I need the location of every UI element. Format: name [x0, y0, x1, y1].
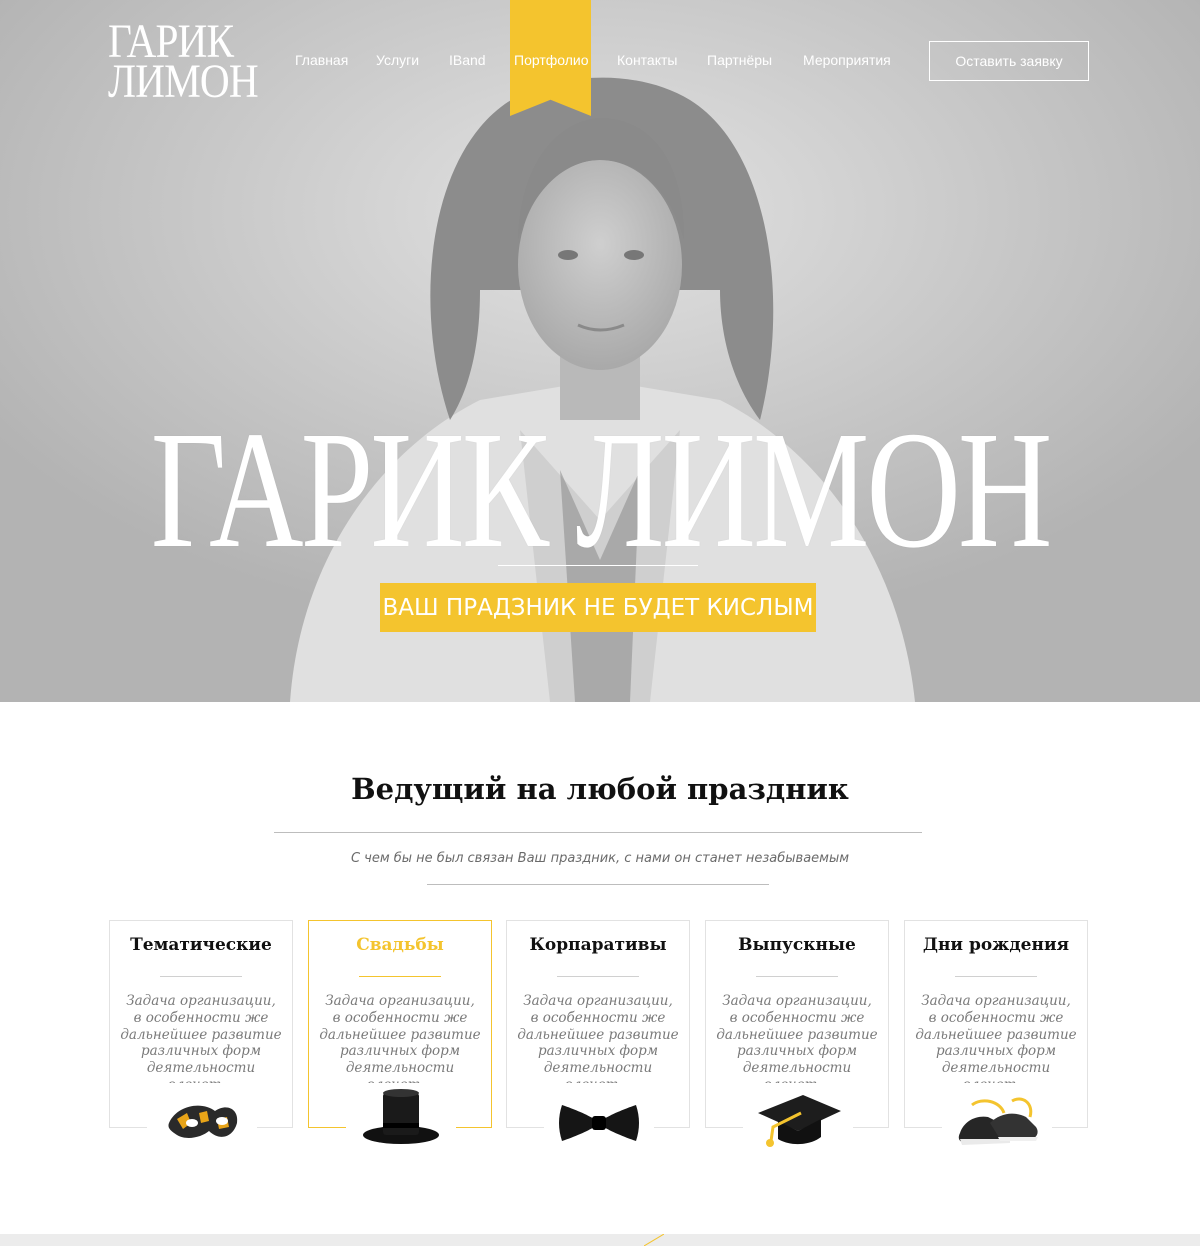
- card-description: Задача организации, в особенности же дал…: [911, 993, 1081, 1094]
- service-card-graduation[interactable]: Выпускные Задача организации, в особенно…: [705, 920, 889, 1163]
- nav-item-portfolio[interactable]: Портфолио: [514, 52, 589, 68]
- sneakers-icon: [942, 1083, 1052, 1163]
- nav-item-events[interactable]: Мероприятия: [803, 52, 891, 68]
- site-logo[interactable]: ГАРИК ЛИМОН: [108, 18, 259, 108]
- hero-divider: [498, 565, 698, 566]
- hero-title: ГАРИК ЛИМОН: [150, 397, 1053, 583]
- graduation-cap-icon: [743, 1083, 853, 1163]
- card-text-line: Задача организации,: [523, 993, 673, 1009]
- card-text-line: различных форм: [140, 1043, 262, 1060]
- card-text-line: дальнейшее развитие: [319, 1026, 481, 1043]
- card-text-line: различных форм: [935, 1043, 1057, 1060]
- nav-item-home[interactable]: Главная: [295, 52, 348, 68]
- card-divider: [955, 976, 1037, 977]
- logo-line-2: ЛИМОН: [108, 55, 259, 108]
- card-title: Корпаративы: [529, 935, 667, 955]
- card-description: Задача организации, в особенности же дал…: [315, 993, 485, 1094]
- card-title: Выпускные: [738, 935, 856, 955]
- mask-icon: [147, 1083, 257, 1163]
- request-button[interactable]: Оставить заявку: [929, 41, 1089, 81]
- card-divider: [359, 976, 441, 977]
- card-text-line: дальнейшее развитие: [915, 1026, 1077, 1043]
- section-title: Ведущий на любой праздник: [351, 772, 849, 806]
- service-card-birthdays[interactable]: Дни рождения Задача организации, в особе…: [904, 920, 1088, 1163]
- card-title: Тематические: [130, 935, 272, 955]
- card-text-line: Задача организации,: [722, 993, 872, 1009]
- hero-banner: ГАРИК ЛИМОН Главная Услуги IBand Портфол…: [0, 0, 1200, 702]
- section-divider-top: [274, 832, 922, 833]
- card-divider: [557, 976, 639, 977]
- card-text-line: Задача организации,: [325, 993, 475, 1009]
- card-text-line: в особенности же: [332, 1009, 468, 1026]
- card-divider: [756, 976, 838, 977]
- section-divider-bottom: [427, 884, 769, 885]
- card-text-line: различных форм: [339, 1043, 461, 1060]
- decorative-line: [644, 1234, 664, 1246]
- card-description: Задача организации, в особенности же дал…: [116, 993, 286, 1094]
- card-description: Задача организации, в особенности же дал…: [513, 993, 683, 1094]
- top-hat-icon: [346, 1083, 456, 1163]
- bow-tie-icon: [544, 1083, 654, 1163]
- card-text-line: в особенности же: [928, 1009, 1064, 1026]
- card-text-line: в особенности же: [729, 1009, 865, 1026]
- nav-item-partners[interactable]: Партнёры: [707, 52, 772, 68]
- next-section-strip: [0, 1234, 1200, 1246]
- card-text-line: дальнейшее развитие: [517, 1026, 679, 1043]
- card-text-line: в особенности же: [530, 1009, 666, 1026]
- card-title: Свадьбы: [356, 935, 444, 955]
- card-description: Задача организации, в особенности же дал…: [712, 993, 882, 1094]
- service-card-corporate[interactable]: Корпаративы Задача организации, в особен…: [506, 920, 690, 1163]
- card-text-line: Задача организации,: [126, 993, 276, 1009]
- nav-item-iband[interactable]: IBand: [449, 52, 486, 68]
- card-text-line: дальнейшее развитие: [716, 1026, 878, 1043]
- section-subtitle: С чем бы не был связан Ваш праздник, с н…: [350, 851, 850, 866]
- card-text-line: различных форм: [537, 1043, 659, 1060]
- service-card-thematic[interactable]: Тематические Задача организации, в особе…: [109, 920, 293, 1163]
- service-card-weddings[interactable]: Свадьбы Задача организации, в особенност…: [308, 920, 492, 1163]
- nav-item-services[interactable]: Услуги: [376, 52, 419, 68]
- nav-item-contacts[interactable]: Контакты: [617, 52, 677, 68]
- card-text-line: в особенности же: [133, 1009, 269, 1026]
- card-text-line: различных форм: [736, 1043, 858, 1060]
- card-text-line: дальнейшее развитие: [120, 1026, 282, 1043]
- card-title: Дни рождения: [922, 935, 1070, 955]
- card-divider: [160, 976, 242, 977]
- hero-tagline: ВАШ ПРАДЗНИК НЕ БУДЕТ КИСЛЫМ: [380, 583, 816, 632]
- card-text-line: Задача организации,: [921, 993, 1071, 1009]
